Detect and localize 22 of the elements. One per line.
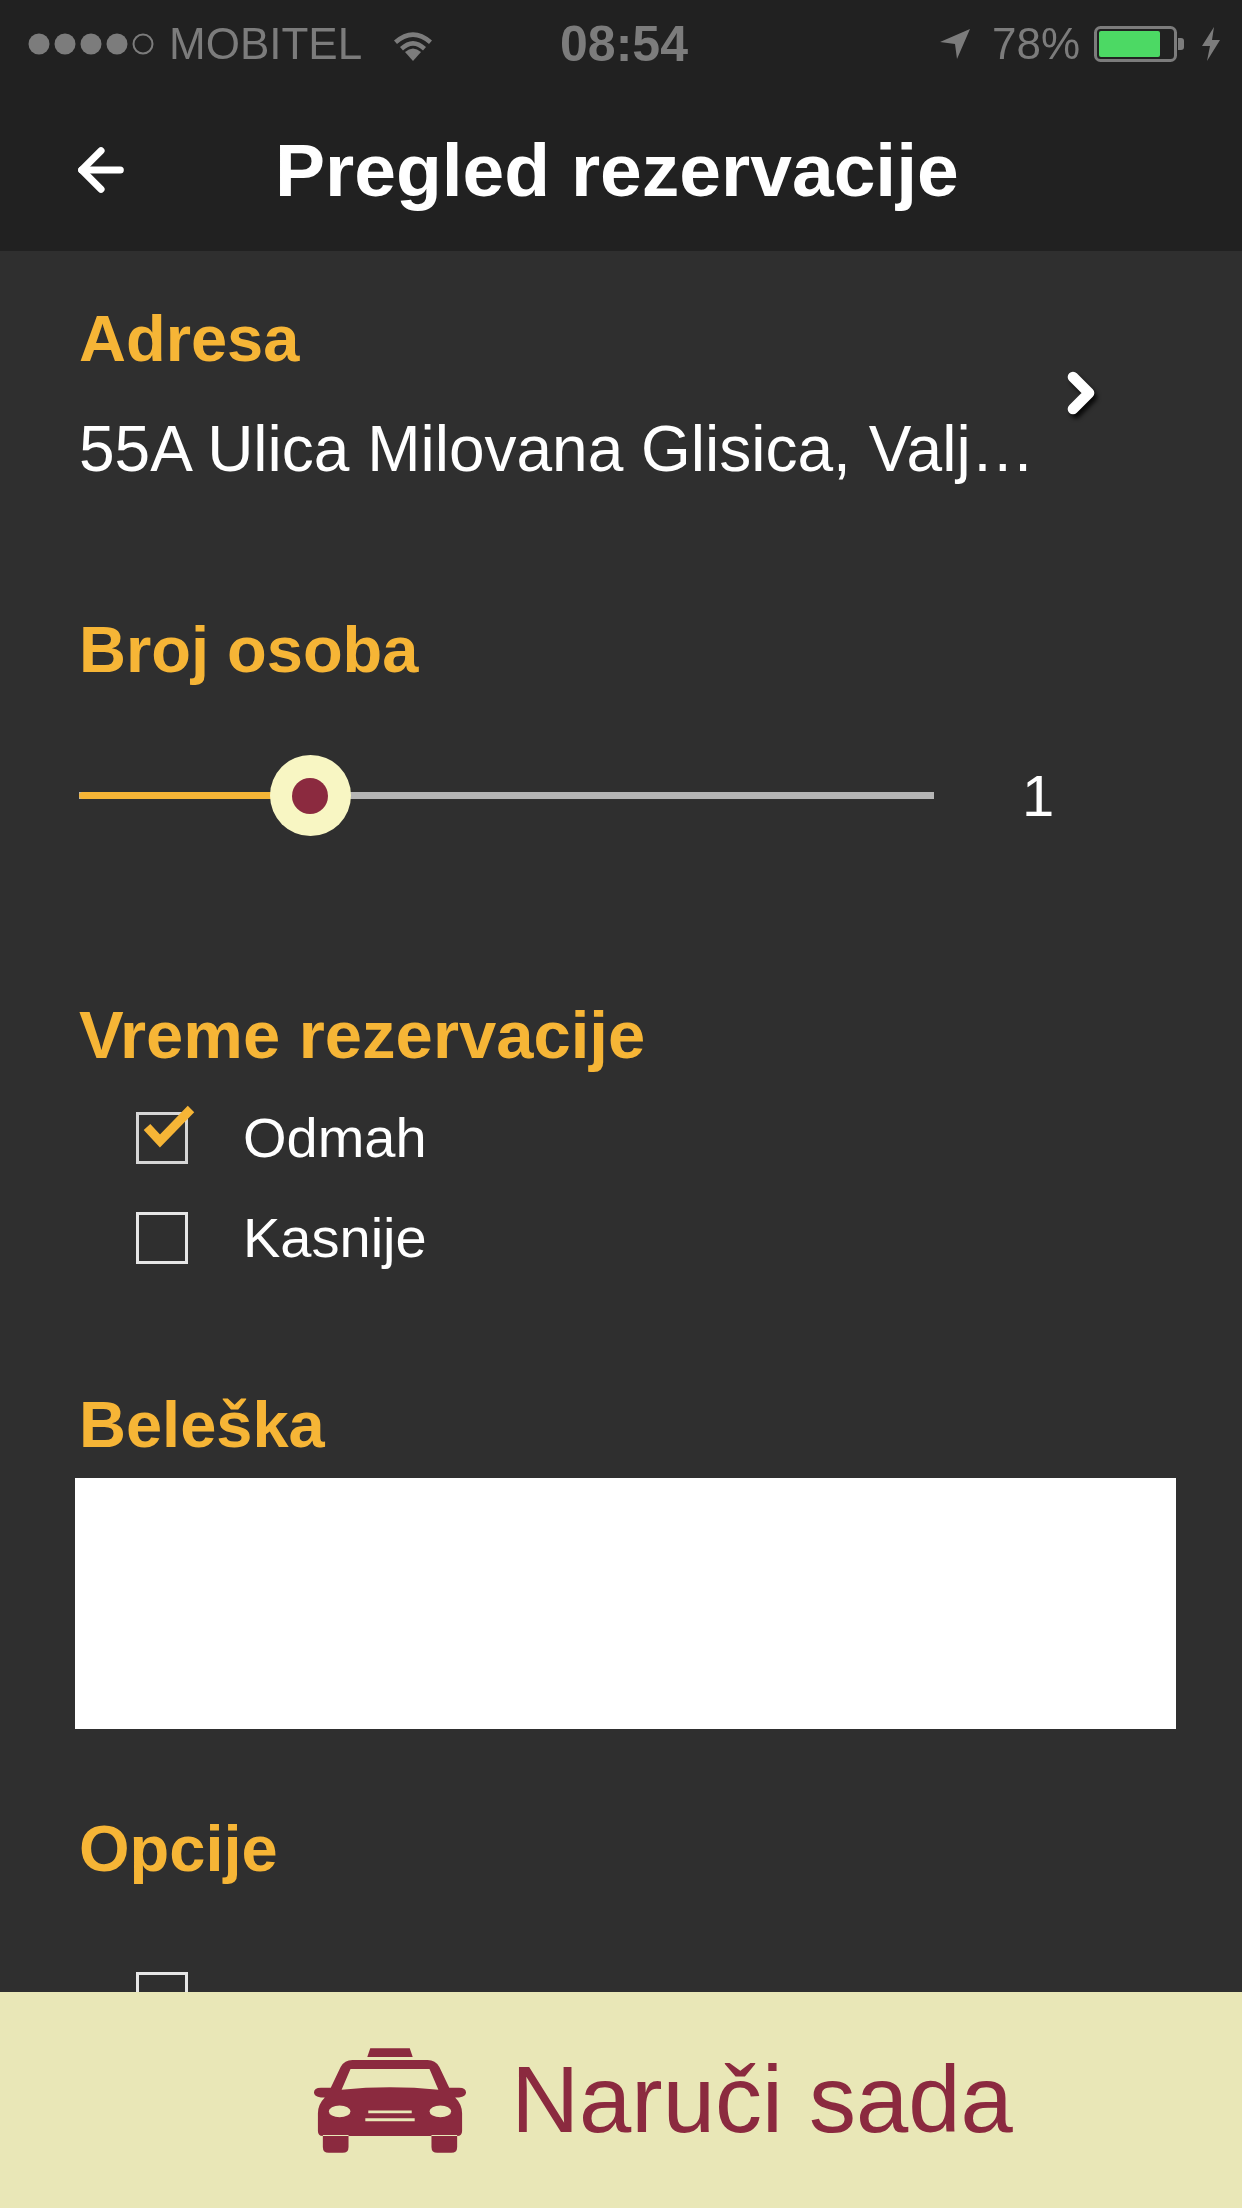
checkbox-label: Odmah	[243, 1108, 427, 1168]
location-arrow-icon	[939, 29, 970, 59]
section-label: Vreme rezervacije	[79, 998, 647, 1072]
checkbox[interactable]	[136, 1112, 188, 1164]
checkbox[interactable]	[136, 1212, 188, 1264]
section-label: Opcije	[79, 1812, 279, 1886]
slider-value: 1	[1022, 762, 1055, 829]
clock-time: 08:54	[560, 16, 688, 72]
note-field[interactable]	[75, 1478, 1176, 1729]
checkmark-icon	[141, 1103, 196, 1150]
battery-icon	[1094, 26, 1184, 62]
charging-bolt-icon	[1202, 27, 1220, 61]
signal-dots-icon	[28, 33, 155, 55]
battery-percentage: 78%	[991, 19, 1080, 69]
screen-title: Pregled rezervacije	[275, 126, 959, 214]
address-text: 55A Ulica Milovana Glisica, Valj…	[79, 415, 1035, 483]
checkbox-label: Kasnije	[243, 1208, 427, 1268]
section-label: Adresa	[79, 302, 301, 376]
order-button[interactable]: Naruči sada	[0, 1992, 1242, 2208]
section-label: Beleška	[79, 1388, 326, 1462]
section-label: Broj osoba	[79, 613, 420, 687]
carrier-name: MOBITEL	[169, 19, 363, 69]
